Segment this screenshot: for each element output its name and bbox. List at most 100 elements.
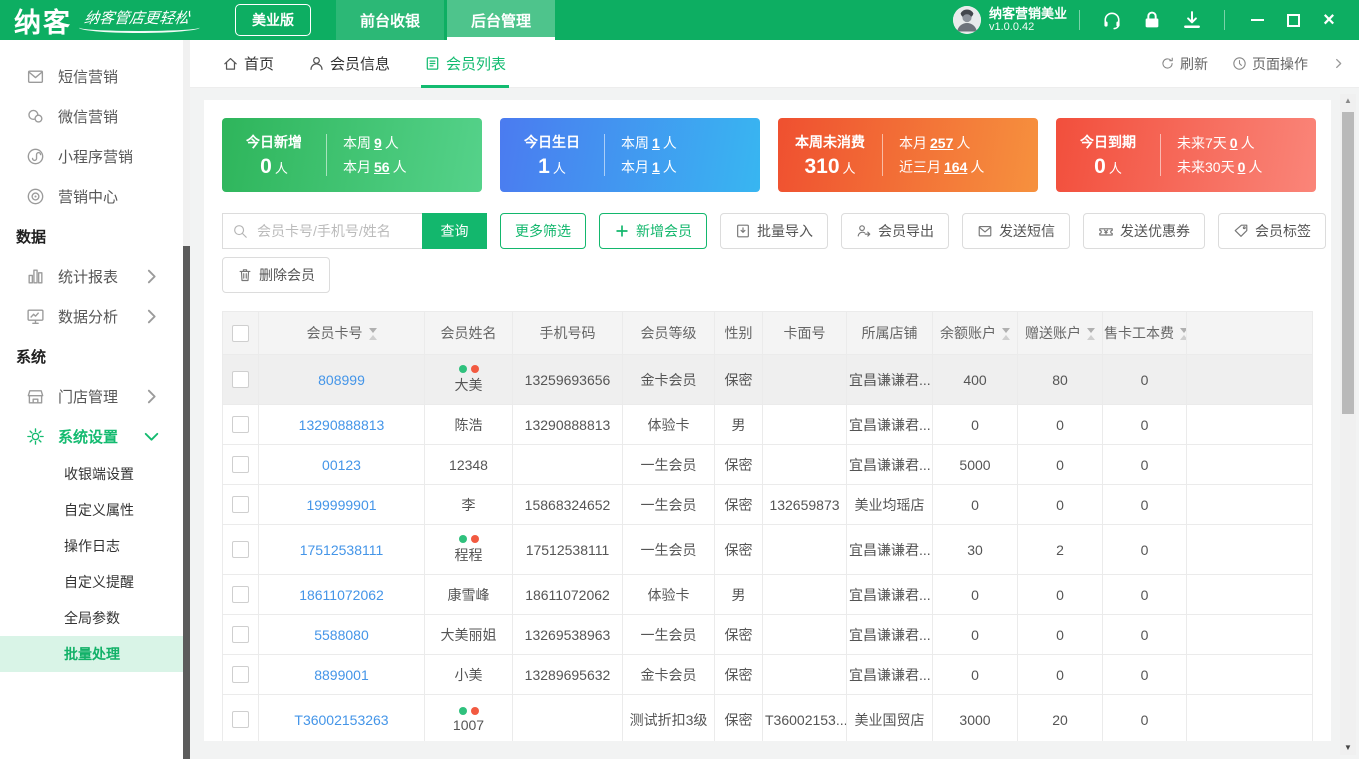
stat-row-value[interactable]: 0	[1238, 159, 1246, 175]
stat-card-row: 本月 257 人	[899, 133, 1038, 153]
search-button[interactable]: 查询	[422, 213, 487, 249]
sidebar-item[interactable]: 统计报表	[0, 256, 190, 296]
sidebar-item[interactable]: 系统设置	[0, 416, 190, 456]
row-checkbox[interactable]	[232, 626, 249, 644]
row-select-cell	[222, 484, 259, 525]
page-tab[interactable]: 会员列表	[421, 40, 510, 88]
toolbar-button[interactable]: 发送优惠券	[1083, 213, 1205, 249]
sidebar-subitem[interactable]: 操作日志	[0, 528, 190, 564]
sidebar-subitem[interactable]: 全局参数	[0, 600, 190, 636]
page-tab[interactable]: 首页	[222, 40, 274, 88]
sidebar-item[interactable]: 短信营销	[0, 56, 190, 96]
sidebar-scrollbar-thumb[interactable]	[183, 246, 190, 759]
delete-member-button[interactable]: 删除会员	[222, 257, 330, 293]
stat-row-value[interactable]: 1	[652, 159, 660, 175]
stat-row-unit: 人	[392, 159, 407, 175]
member-card-link[interactable]: T36002153263	[294, 712, 388, 728]
member-card-link[interactable]: 17512538111	[300, 542, 384, 558]
titlebar-nav-tab[interactable]: 前台收银	[336, 0, 445, 40]
row-checkbox[interactable]	[232, 416, 249, 434]
toolbar-button[interactable]: 发送短信	[962, 213, 1070, 249]
member-card-link[interactable]: 00123	[322, 457, 361, 473]
member-card-link[interactable]: 199999901	[306, 497, 376, 513]
search-input[interactable]	[222, 213, 422, 249]
member-card-link[interactable]: 8899001	[314, 667, 369, 683]
stat-row-value[interactable]: 1	[652, 135, 660, 151]
page-tab[interactable]: 会员信息	[308, 40, 390, 88]
toolbar-button[interactable]: 批量导入	[720, 213, 828, 249]
sidebar-item[interactable]: 营销中心	[0, 176, 190, 216]
sidebar-subitem[interactable]: 自定义属性	[0, 492, 190, 528]
titlebar-nav-tab[interactable]: 后台管理	[447, 0, 556, 40]
member-name: 大美	[454, 376, 483, 393]
refresh-button[interactable]: 刷新	[1160, 54, 1208, 74]
user-icon	[308, 55, 325, 72]
bar-chart-icon	[26, 267, 45, 286]
customer-service-icon[interactable]	[1101, 9, 1123, 31]
stat-row-value[interactable]: 164	[944, 159, 967, 175]
main-scrollbar-thumb[interactable]	[1342, 112, 1354, 414]
member-card-link[interactable]: 13290888813	[299, 417, 385, 433]
sidebar-subitem[interactable]: 批量处理	[0, 636, 190, 672]
sidebar-item[interactable]: 小程序营销	[0, 136, 190, 176]
column-header: 会员等级	[622, 311, 715, 355]
download-icon[interactable]	[1181, 9, 1203, 31]
sidebar-subitem[interactable]: 自定义提醒	[0, 564, 190, 600]
member-card-link[interactable]: 808999	[318, 372, 365, 388]
minimize-button[interactable]	[1239, 6, 1275, 34]
sort-icon[interactable]	[1180, 328, 1186, 341]
stat-card-summary: 今日生日 1 人	[500, 132, 604, 179]
stat-row-value[interactable]: 0	[1230, 135, 1238, 151]
row-checkbox[interactable]	[232, 541, 249, 559]
row-checkbox[interactable]	[232, 586, 249, 604]
maximize-button[interactable]	[1275, 6, 1311, 34]
phone-cell	[512, 444, 623, 485]
sort-icon[interactable]	[1002, 328, 1010, 341]
toolbar-button-label: 发送优惠券	[1120, 223, 1190, 239]
sidebar-section-label: 系统	[0, 336, 190, 376]
close-button[interactable]: ×	[1311, 6, 1347, 34]
row-checkbox[interactable]	[232, 496, 249, 514]
lock-icon[interactable]	[1141, 9, 1163, 31]
stat-row-value[interactable]: 9	[374, 135, 382, 151]
mail-icon	[977, 223, 993, 239]
scroll-down-arrow[interactable]: ▼	[1340, 744, 1356, 752]
column-header-label: 会员姓名	[440, 325, 497, 341]
column-header-label: 余额账户	[940, 325, 996, 341]
user-info[interactable]: 纳客营销美业 v1.0.0.42	[952, 6, 1067, 35]
titlebar-divider-2	[1224, 10, 1225, 30]
stat-card-row: 本月 56 人	[343, 157, 482, 177]
toolbar-button[interactable]: 新增会员	[599, 213, 707, 249]
sidebar-item[interactable]: 微信营销	[0, 96, 190, 136]
stat-row-value[interactable]: 257	[930, 135, 953, 151]
sidebar-item-label: 统计报表	[58, 268, 119, 286]
stat-card-title: 今日新增	[246, 133, 302, 150]
select-all-checkbox[interactable]	[232, 324, 249, 342]
sidebar-item[interactable]: 门店管理	[0, 376, 190, 416]
scroll-up-arrow[interactable]: ▲	[1340, 97, 1356, 105]
toolbar-button[interactable]: 更多筛选	[500, 213, 586, 249]
sidebar-item[interactable]: 数据分析	[0, 296, 190, 336]
edition-badge[interactable]: 美业版	[235, 4, 312, 36]
member-card-link[interactable]: 5588080	[314, 627, 369, 643]
balance-cell: 0	[932, 404, 1018, 445]
card-fee-cell: 0	[1102, 654, 1187, 695]
row-checkbox[interactable]	[232, 371, 249, 389]
sort-icon[interactable]	[368, 328, 377, 341]
import-icon	[735, 223, 751, 239]
row-checkbox[interactable]	[232, 456, 249, 474]
sort-icon[interactable]	[1087, 328, 1095, 341]
balance-cell: 30	[932, 524, 1018, 575]
toolbar-button[interactable]: 会员导出	[841, 213, 949, 249]
avatar[interactable]	[952, 6, 981, 34]
stat-row-value[interactable]: 56	[374, 159, 390, 175]
level-cell: 一生会员	[622, 614, 715, 655]
row-checkbox[interactable]	[232, 666, 249, 684]
sidebar-subitem[interactable]: 收银端设置	[0, 456, 190, 492]
main-scrollbar[interactable]: ▲ ▼	[1340, 94, 1356, 755]
row-checkbox[interactable]	[232, 711, 249, 729]
chevron-right-icon[interactable]	[1332, 57, 1345, 70]
member-card-link[interactable]: 18611072062	[299, 587, 384, 603]
page-operations-button[interactable]: 页面操作	[1232, 54, 1308, 74]
toolbar-button[interactable]: 会员标签	[1218, 213, 1326, 249]
